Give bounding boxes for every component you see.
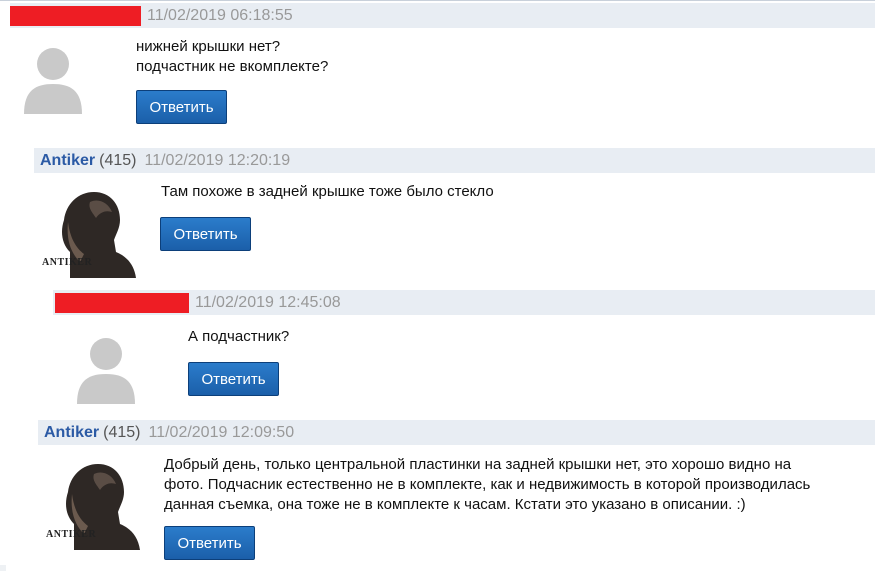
default-user-icon	[77, 338, 135, 404]
comment-date: 11/02/2019 06:18:55	[147, 6, 293, 24]
avatar-caption: ANTIKER	[42, 257, 93, 268]
comment-text-line: А подчастник?	[188, 328, 290, 345]
comment-text-line: данная съемка, она тоже не в комплекте к…	[164, 496, 746, 513]
comment-text: Добрый день, только центральной пластинк…	[164, 455, 810, 515]
comment-text: А подчастник?	[188, 327, 289, 347]
comment-date: 11/02/2019 12:09:50	[148, 423, 295, 441]
avatar-caption: ANTIKER	[46, 529, 97, 540]
author-rating: (415)	[99, 151, 137, 169]
redacted-author-name	[55, 292, 189, 313]
comment-text-line: фото. Подчасник естественно не в комплек…	[164, 476, 811, 493]
redacted-author-name	[10, 5, 141, 26]
comment-text-line: подчастник не вкомплекте?	[136, 58, 329, 75]
comment-date: 11/02/2019 12:45:08	[195, 293, 341, 311]
antiker-avatar: ANTIKER	[40, 182, 136, 278]
comment-text-line: нижней крышки нет?	[136, 38, 281, 55]
author-link[interactable]: Antiker	[40, 152, 95, 170]
comment-text-line: Там похоже в задней крышке тоже было сте…	[161, 183, 494, 200]
scroll-corner	[0, 565, 6, 571]
comment-header: 11/02/2019 12:45:08	[53, 290, 875, 315]
comment-text: Там похоже в задней крышке тоже было сте…	[161, 182, 494, 202]
comment-text-line: Добрый день, только центральной пластинк…	[164, 456, 792, 473]
author-link[interactable]: Antiker	[44, 424, 99, 442]
antiker-avatar: ANTIKER	[44, 454, 140, 550]
comment-header: Antiker (415) 11/02/2019 12:20:19	[34, 148, 875, 173]
author-rating: (415)	[103, 423, 141, 441]
reply-button[interactable]: Ответить	[160, 217, 251, 251]
reply-button[interactable]: Ответить	[136, 90, 227, 124]
comment-text: нижней крышки нет? подчастник не вкомпле…	[136, 37, 328, 77]
default-user-icon	[24, 48, 82, 114]
reply-button[interactable]: Ответить	[164, 526, 255, 560]
top-divider	[0, 0, 875, 1]
comment-date: 11/02/2019 12:20:19	[144, 151, 291, 169]
comment-header: Antiker (415) 11/02/2019 12:09:50	[38, 420, 875, 445]
reply-button[interactable]: Ответить	[188, 362, 279, 396]
comment-header: 11/02/2019 06:18:55	[10, 3, 875, 28]
